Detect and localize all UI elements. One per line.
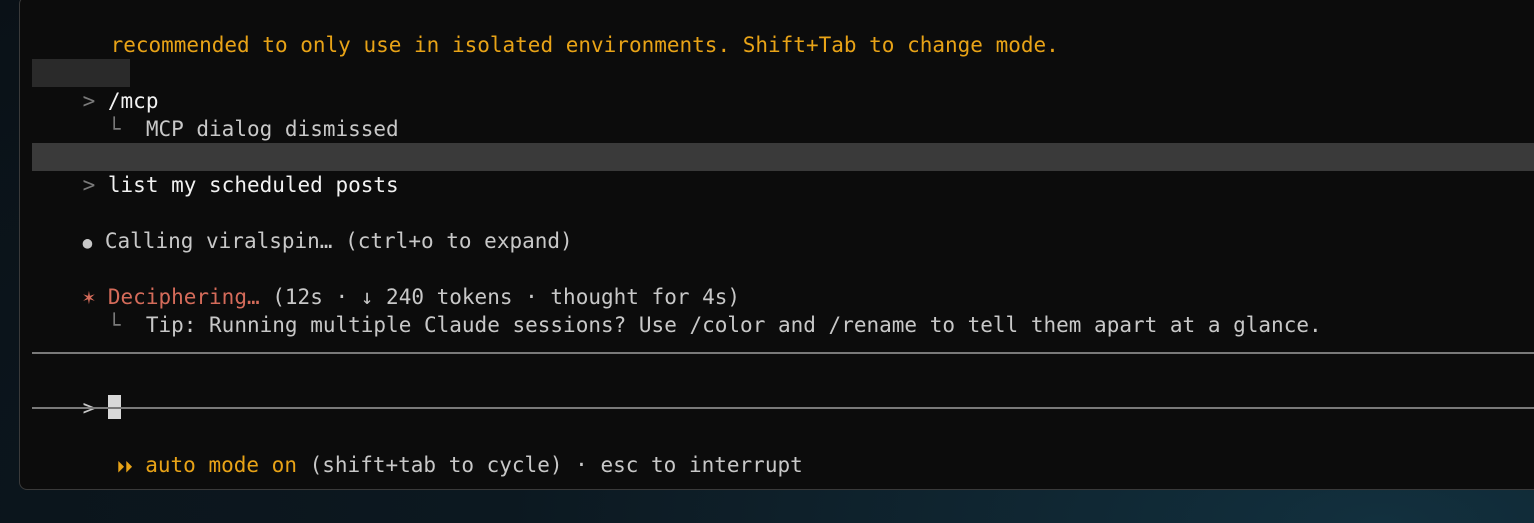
prompt-symbol: > — [82, 173, 96, 197]
terminal-window: recommended to only use in isolated envi… — [19, 0, 1534, 490]
mode-notice: recommended to only use in isolated envi… — [60, 3, 1059, 57]
tip-text: Tip: Running multiple Claude sessions? U… — [145, 313, 1322, 337]
tip-branch-icon: └ — [107, 313, 121, 337]
user-message: > list my scheduled posts — [32, 143, 1534, 197]
interrupt-hint: esc to interrupt — [600, 453, 803, 477]
fast-forward-icon: ⏵⏵ — [116, 457, 133, 476]
command-result: └ MCP dialog dismissed — [32, 87, 399, 141]
input-top-divider — [32, 352, 1534, 354]
history-command: > /mcp — [32, 59, 158, 113]
mode-label: auto mode on — [145, 453, 297, 477]
bullet-icon: ● — [82, 233, 93, 252]
command-result-text: MCP dialog dismissed — [145, 117, 399, 141]
mode-hint: (shift+tab to cycle) — [309, 453, 563, 477]
tool-call: ● Calling viralspin… (ctrl+o to expand) — [32, 199, 573, 253]
footer-status: ⏵⏵ auto mode on (shift+tab to cycle) · e… — [66, 423, 803, 477]
status-line: ✶ Deciphering… (12s · ↓ 240 tokens · tho… — [32, 255, 740, 309]
user-message-text: list my scheduled posts — [107, 173, 399, 197]
tip-line: └ Tip: Running multiple Claude sessions?… — [32, 283, 1322, 337]
mode-notice-text: recommended to only use in isolated envi… — [110, 33, 1059, 57]
input-row[interactable]: > — [32, 366, 121, 420]
input-bottom-divider — [32, 407, 1534, 409]
tool-call-text: Calling viralspin… — [104, 229, 333, 253]
footer-separator: · — [575, 453, 588, 477]
result-branch-icon: └ — [107, 117, 121, 141]
tool-call-hint: (ctrl+o to expand) — [345, 229, 573, 253]
